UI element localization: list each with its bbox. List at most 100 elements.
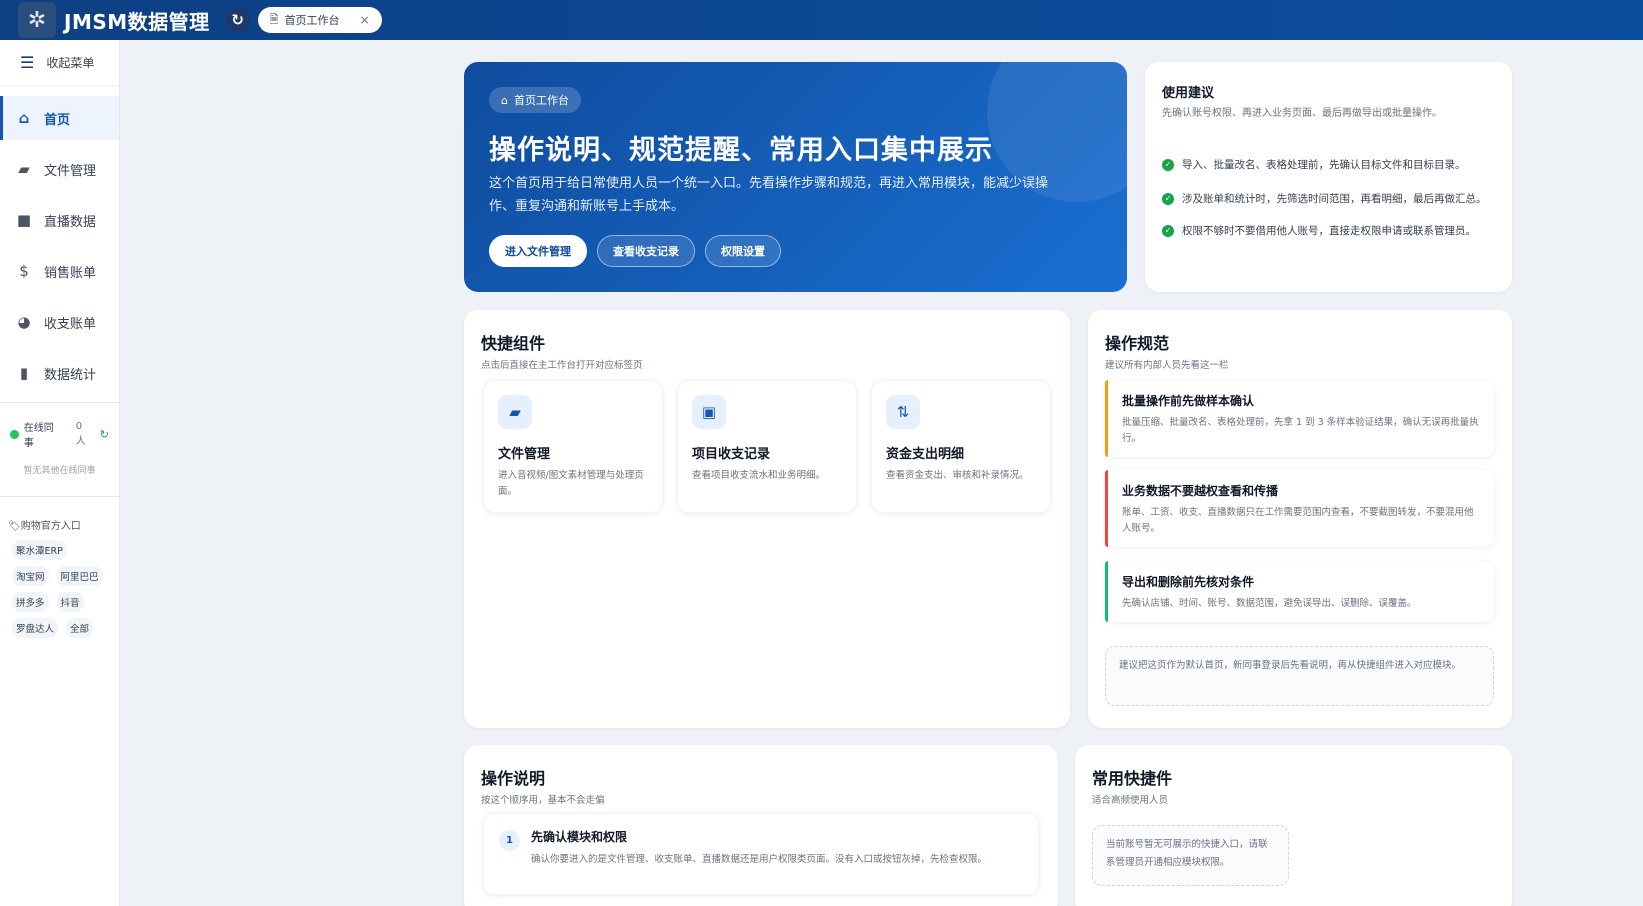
sidebar-item-statistics[interactable]: ▮ 数据统计: [0, 351, 119, 395]
quick-item-desc: 查看项目收支流水和业务明细。: [692, 470, 826, 481]
step-number: 1: [499, 830, 520, 851]
norm-title: 业务数据不要越权查看和传播: [1122, 484, 1279, 498]
shop-links: 聚水潭ERP 淘宝网 阿里巴巴 拼多多 抖音 罗盘达人 全部: [0, 540, 119, 638]
online-status-dot: [10, 429, 19, 439]
norm-title: 导出和删除前先核对条件: [1122, 575, 1255, 589]
norm-desc: 先确认店铺、时间、账号、数据范围，避免误导出、误删除、误覆盖。: [1122, 598, 1417, 609]
common-shortcuts-card: 常用快捷件 适合高频使用人员 当前账号暂无可展示的快捷入口，请联系管理员开通相应…: [1075, 745, 1512, 906]
bar-chart-icon: ▮: [19, 364, 29, 382]
sort-icon: ⇅: [886, 395, 920, 429]
home-icon: ⌂: [501, 93, 508, 107]
sidebar-item-files[interactable]: ▰ 文件管理: [0, 147, 119, 191]
norm-item: 业务数据不要越权查看和传播 账单、工资、收支、直播数据只在工作需要范围内查看，不…: [1105, 470, 1494, 547]
close-tab-icon[interactable]: ×: [360, 13, 370, 27]
divider: [0, 402, 119, 403]
instructions-card: 操作说明 按这个顺序用，基本不会走偏 1 先确认模块和权限 确认你要进入的是文件…: [464, 745, 1058, 906]
shop-link[interactable]: 抖音: [56, 592, 84, 612]
sidebar-item-label: 数据统计: [44, 367, 97, 383]
shop-entry-title: 🏷购物官方入口: [8, 521, 81, 532]
quick-item-file-management[interactable]: ▰ 文件管理 进入音视频/图文素材管理与处理页面。: [483, 380, 663, 513]
card-subtitle: 先确认账号权限、再进入业务页面、最后再做导出或批量操作。: [1162, 108, 1442, 119]
norm-title: 批量操作前先做样本确认: [1122, 394, 1255, 408]
shop-link[interactable]: 全部: [66, 618, 94, 638]
quick-item-fund-expense[interactable]: ⇅ 资金支出明细 查看资金支出、审核和补录情况。: [871, 380, 1051, 513]
hero-badge: ⌂ 首页工作台: [489, 87, 581, 113]
sidebar-item-label: 文件管理: [44, 163, 97, 179]
hero-buttons: 进入文件管理 查看收支记录 权限设置: [489, 235, 781, 267]
view-income-expense-button[interactable]: 查看收支记录: [597, 235, 695, 267]
step-title: 先确认模块和权限: [531, 830, 628, 844]
menu-icon: ☰: [20, 53, 35, 72]
hero-banner: ⌂ 首页工作台 操作说明、规范提醒、常用入口集中展示 这个首页用于给日常使用人员…: [464, 62, 1127, 292]
sidebar-item-label: 收支账单: [44, 316, 97, 332]
divider: [0, 496, 119, 497]
card-title: 使用建议: [1162, 86, 1215, 101]
shop-link[interactable]: 聚水潭ERP: [12, 540, 67, 560]
sidebar-item-live-data[interactable]: ■ 直播数据: [0, 198, 119, 242]
card-subtitle: 按这个顺序用，基本不会走偏: [481, 795, 605, 806]
quick-item-desc: 进入音视频/图文素材管理与处理页面。: [498, 470, 644, 497]
shop-link[interactable]: 淘宝网: [12, 566, 49, 586]
tag-icon: 🏷: [8, 521, 21, 532]
step-desc: 确认你要进入的是文件管理、收支账单、直播数据还是用户权限类页面。没有入口或按钮灰…: [531, 854, 988, 865]
folder-icon: ▰: [18, 160, 30, 178]
card-title: 操作说明: [481, 769, 546, 788]
sidebar-nav: ⌂ 首页 ▰ 文件管理 ■ 直播数据 $ 销售账单 ◕ 收支账单 ▮ 数据统计: [0, 96, 119, 395]
folder-icon: ▰: [498, 395, 532, 429]
tip-list: ✓ 导入、批量改名、表格处理前，先确认目标文件和目标目录。 ✓ 涉及账单和统计时，先…: [1162, 156, 1497, 240]
pie-icon: ◕: [17, 313, 31, 331]
card-title: 操作规范: [1105, 334, 1170, 353]
sidebar-item-label: 首页: [44, 112, 71, 128]
sidebar-item-label: 直播数据: [44, 214, 97, 230]
refresh-button[interactable]: ↻: [225, 8, 250, 32]
sidebar-item-home[interactable]: ⌂ 首页: [0, 96, 119, 140]
quick-item-title: 项目收支记录: [692, 447, 771, 462]
quick-item-title: 文件管理: [498, 447, 551, 462]
norms-note: 建议把这页作为默认首页，新同事登录后先看说明，再从快捷组件进入对应模块。: [1105, 646, 1494, 706]
card-subtitle: 点击后直接在主工作台打开对应标签页: [481, 360, 643, 371]
tip-item: ✓ 导入、批量改名、表格处理前，先确认目标文件和目标目录。: [1162, 156, 1497, 174]
money-icon: ▣: [692, 395, 726, 429]
norm-desc: 账单、工资、收支、直播数据只在工作需要范围内查看，不要截图转发，不要混用他人账号…: [1122, 507, 1474, 534]
check-icon: ✓: [1162, 159, 1174, 171]
top-bar: ✲ JMSM数据管理 ↻ 🗎 首页工作台 ×: [0, 0, 1643, 40]
card-title: 快捷组件: [481, 334, 546, 353]
app-title: JMSM数据管理: [64, 9, 210, 34]
permission-settings-button[interactable]: 权限设置: [705, 235, 781, 267]
quick-item-project-income[interactable]: ▣ 项目收支记录 查看项目收支流水和业务明细。: [677, 380, 857, 513]
hero-title: 操作说明、规范提醒、常用入口集中展示: [489, 135, 993, 166]
refresh-icon: ↻: [231, 11, 244, 29]
check-icon: ✓: [1162, 225, 1174, 237]
empty-shortcuts-text: 当前账号暂无可展示的快捷入口，请联系管理员开通相应模块权限。: [1092, 825, 1289, 886]
norm-item: 批量操作前先做样本确认 批量压缩、批量改名、表格处理前，先拿 1 到 3 条样本…: [1105, 380, 1494, 457]
card-title: 常用快捷件: [1092, 769, 1173, 788]
hero-description: 这个首页用于给日常使用人员一个统一入口。先看操作步骤和规范，再进入常用模块，能减…: [489, 176, 1049, 214]
refresh-online-icon[interactable]: ↻: [100, 428, 109, 441]
collapse-menu-button[interactable]: ☰ 收起菜单: [0, 40, 119, 86]
sidebar-item-label: 销售账单: [44, 265, 97, 281]
operation-norms-card: 操作规范 建议所有内部人员先看这一栏 批量操作前先做样本确认 批量压缩、批量改名…: [1088, 310, 1512, 728]
online-colleagues: 在线同事 0 人 ↻: [0, 409, 119, 449]
sidebar: ☰ 收起菜单 ⌂ 首页 ▰ 文件管理 ■ 直播数据 $ 销售账单 ◕ 收支账单 …: [0, 40, 120, 906]
no-online-text: 暂无其他在线同事: [23, 466, 96, 476]
quick-grid: ▰ 文件管理 进入音视频/图文素材管理与处理页面。 ▣ 项目收支记录 查看项目收…: [483, 380, 1051, 513]
instruction-step: 1 先确认模块和权限 确认你要进入的是文件管理、收支账单、直播数据还是用户权限类…: [483, 813, 1039, 895]
sidebar-item-income-expense[interactable]: ◕ 收支账单: [0, 300, 119, 344]
shop-link[interactable]: 阿里巴巴: [56, 566, 103, 586]
enter-file-management-button[interactable]: 进入文件管理: [489, 235, 587, 267]
shop-link[interactable]: 罗盘达人: [12, 618, 59, 638]
sidebar-item-sales-bills[interactable]: $ 销售账单: [0, 249, 119, 293]
shop-link[interactable]: 拼多多: [12, 592, 49, 612]
app-logo[interactable]: ✲: [18, 2, 56, 38]
tip-item: ✓ 权限不够时不要借用他人账号，直接走权限申请或联系管理员。: [1162, 222, 1497, 240]
quick-item-title: 资金支出明细: [886, 447, 965, 462]
norm-desc: 批量压缩、批量改名、表格处理前，先拿 1 到 3 条样本验证结果，确认无误再批量…: [1122, 417, 1479, 444]
quick-widgets-card: 快捷组件 点击后直接在主工作台打开对应标签页 ▰ 文件管理 进入音视频/图文素材…: [464, 310, 1070, 728]
check-icon: ✓: [1162, 193, 1174, 205]
tab-home-workbench[interactable]: 🗎 首页工作台 ×: [257, 7, 382, 33]
online-count: 0 人: [75, 421, 86, 447]
collapse-menu-label: 收起菜单: [46, 56, 95, 70]
card-subtitle: 建议所有内部人员先看这一栏: [1105, 360, 1229, 371]
tip-item: ✓ 涉及账单和统计时，先筛选时间范围，再看明细，最后再做汇总。: [1162, 190, 1497, 208]
invoice-icon: $: [19, 262, 29, 280]
